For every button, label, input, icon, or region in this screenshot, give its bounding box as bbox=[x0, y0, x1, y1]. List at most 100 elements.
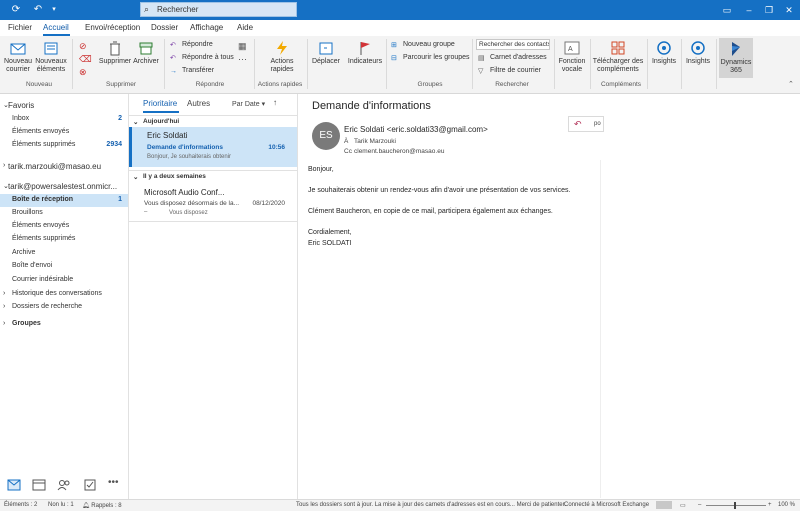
new-items-button[interactable]: Nouveaux éléments bbox=[34, 40, 68, 74]
zoom-slider-track[interactable] bbox=[706, 505, 766, 506]
insights-label-1: Insights bbox=[651, 58, 677, 65]
reply-all-label: Répondre à tous bbox=[182, 54, 234, 61]
ribbon-separator bbox=[554, 39, 555, 89]
reply-action-button[interactable]: ↶ po bbox=[568, 116, 604, 132]
groups-header[interactable]: › Groupes bbox=[0, 318, 128, 331]
ribbon-display-icon[interactable]: ▭ bbox=[720, 3, 734, 17]
folder-label: Éléments envoyés bbox=[12, 128, 70, 135]
to-value[interactable]: Tarik Marzouki bbox=[354, 138, 396, 145]
folder-item-junk[interactable]: Courrier indésirable bbox=[0, 274, 128, 287]
message-item[interactable]: Eric Soldati Demande d'informations 10:5… bbox=[129, 127, 297, 167]
body-line: Bonjour, bbox=[308, 166, 334, 173]
collapse-ribbon-icon[interactable]: ⌃ bbox=[788, 80, 794, 88]
insights-button-2[interactable]: Insights bbox=[684, 40, 712, 66]
zoom-out-icon[interactable]: – bbox=[698, 502, 701, 508]
status-reminders[interactable]: 🔔︎ Rappels : 8 bbox=[82, 502, 122, 509]
maximize-button[interactable]: ❐ bbox=[762, 3, 776, 17]
filter-mail-button[interactable]: ▽ Filtre de courrier bbox=[478, 67, 541, 75]
quick-steps-button[interactable]: Actions rapides bbox=[262, 40, 302, 74]
body-line: Cordialement, bbox=[308, 229, 352, 236]
sender-address[interactable]: Eric Soldati <eric.soldati33@gmail.com> bbox=[344, 125, 488, 134]
more-apps-icon[interactable]: ••• bbox=[108, 477, 119, 488]
search-input[interactable]: ⌕ Rechercher bbox=[140, 2, 297, 17]
address-book-button[interactable]: ▤ Carnet d'adresses bbox=[478, 54, 547, 62]
junk-icon[interactable]: ⊗ bbox=[79, 67, 87, 78]
favorite-item-deleted[interactable]: Éléments supprimés 2934 bbox=[0, 139, 128, 152]
dynamics-button[interactable]: Dynamics 365 bbox=[719, 38, 753, 78]
reply-button[interactable]: ↶ Répondre bbox=[170, 41, 213, 49]
ignore-icon[interactable]: ⊘ bbox=[79, 41, 87, 52]
meeting-icon[interactable]: ▦ bbox=[238, 41, 247, 52]
folder-item-outbox[interactable]: Boîte d'envoi bbox=[0, 260, 128, 273]
get-addins-button[interactable]: Télécharger des compléments bbox=[592, 40, 644, 74]
browse-groups-button[interactable]: ⊟ Parcourir les groupes bbox=[391, 54, 470, 62]
chevron-down-icon[interactable]: ▾ bbox=[48, 4, 60, 16]
archive-button[interactable]: Archiver bbox=[132, 40, 160, 66]
insights-button-1[interactable]: Insights bbox=[650, 40, 678, 66]
tab-affichage[interactable]: Affichage bbox=[190, 23, 223, 32]
reply-all-button[interactable]: ↶ Répondre à tous bbox=[170, 54, 234, 62]
group-header-two-weeks[interactable]: ⌄ Il y a deux semaines bbox=[129, 170, 297, 181]
tags-button[interactable]: Indicateurs bbox=[346, 40, 384, 66]
chevron-right-icon: › bbox=[3, 162, 6, 169]
zoom-slider-thumb[interactable] bbox=[734, 502, 736, 509]
message-sender: Microsoft Audio Conf... bbox=[144, 188, 225, 197]
tab-autres[interactable]: Autres bbox=[187, 99, 210, 108]
tab-fichier[interactable]: Fichier bbox=[8, 23, 32, 32]
message-item[interactable]: Microsoft Audio Conf... Vous disposez dé… bbox=[129, 184, 297, 222]
new-group-button[interactable]: ⊞ Nouveau groupe bbox=[391, 41, 455, 49]
tab-accueil[interactable]: Accueil bbox=[43, 23, 69, 32]
reading-view-icon[interactable]: ▭ bbox=[680, 502, 686, 509]
folder-item-archive[interactable]: Archive bbox=[0, 247, 128, 260]
minimize-button[interactable]: – bbox=[742, 3, 756, 17]
sync-icon[interactable]: ⟳ bbox=[10, 4, 22, 16]
favorites-header[interactable]: ⌄ Favoris bbox=[0, 99, 128, 112]
tab-envoi-reception[interactable]: Envoi/réception bbox=[85, 23, 140, 32]
tasks-icon[interactable] bbox=[83, 479, 97, 491]
new-mail-button[interactable]: Nouveau courrier bbox=[4, 40, 32, 74]
archive-label: Archiver bbox=[133, 58, 159, 65]
move-button[interactable]: Déplacer bbox=[310, 40, 342, 66]
calendar-icon[interactable] bbox=[32, 479, 46, 491]
avatar[interactable]: ES bbox=[312, 122, 340, 150]
folder-item-drafts[interactable]: Brouillons bbox=[0, 207, 128, 220]
group-header-today[interactable]: ⌄ Aujourd'hui bbox=[129, 115, 297, 126]
reply-all-icon: ↶ bbox=[170, 55, 176, 62]
forward-button[interactable]: → Transférer bbox=[170, 67, 214, 76]
delete-button[interactable]: Supprimer bbox=[98, 40, 132, 66]
folder-item-inbox[interactable]: Boîte de réception 1 bbox=[0, 194, 128, 207]
search-icon: ⌕ bbox=[144, 4, 150, 14]
folder-item-deleted[interactable]: Éléments supprimés bbox=[0, 233, 128, 246]
people-icon[interactable] bbox=[57, 479, 71, 491]
tab-aide[interactable]: Aide bbox=[237, 23, 253, 32]
folder-item-search-folders[interactable]: › Dossiers de recherche bbox=[0, 301, 128, 314]
favorite-item-sent[interactable]: Éléments envoyés bbox=[0, 126, 128, 139]
zoom-level[interactable]: 100 % bbox=[778, 502, 795, 508]
module-nav-bar: ••• bbox=[0, 469, 129, 499]
group-label-nouveau: Nouveau bbox=[25, 81, 53, 88]
zoom-in-icon[interactable]: + bbox=[768, 502, 772, 508]
folder-item-sent[interactable]: Éléments envoyés bbox=[0, 220, 128, 233]
folder-item-conversation-history[interactable]: › Historique des conversations bbox=[0, 288, 128, 301]
close-button[interactable]: ✕ bbox=[782, 3, 796, 17]
search-contacts-input[interactable]: Rechercher des contacts bbox=[476, 39, 550, 50]
cc-value[interactable]: clement.baucheron@masao.eu bbox=[354, 148, 444, 155]
mail-icon[interactable] bbox=[7, 479, 21, 491]
sort-dropdown[interactable]: Par Date ▾ bbox=[232, 100, 265, 108]
ribbon-separator bbox=[681, 39, 682, 89]
favorite-item-inbox[interactable]: Inbox 2 bbox=[0, 113, 128, 126]
undo-icon[interactable]: ↶ bbox=[32, 4, 44, 16]
account-1-header[interactable]: › tarik.marzouki@masao.eu bbox=[0, 160, 128, 173]
normal-view-icon[interactable] bbox=[656, 501, 672, 509]
cleanup-icon[interactable]: ⌫ bbox=[79, 54, 92, 65]
dictate-button[interactable]: A Fonction vocale bbox=[556, 40, 588, 74]
insights-icon bbox=[691, 41, 705, 55]
tab-prioritaire[interactable]: Prioritaire bbox=[143, 99, 177, 108]
menu-bar: Fichier Accueil Envoi/réception Dossier … bbox=[0, 20, 800, 36]
body-line: Je souhaiterais obtenir un rendez-vous a… bbox=[308, 187, 571, 194]
tab-dossier[interactable]: Dossier bbox=[151, 23, 178, 32]
sort-direction-icon[interactable]: ↑ bbox=[273, 98, 277, 107]
account-2-header[interactable]: ⌄ tarik@powersalestest.onmicr... bbox=[0, 180, 128, 193]
chevron-down-icon: ⌄ bbox=[133, 174, 139, 181]
more-respond-icon[interactable]: ⋯ bbox=[238, 54, 247, 65]
